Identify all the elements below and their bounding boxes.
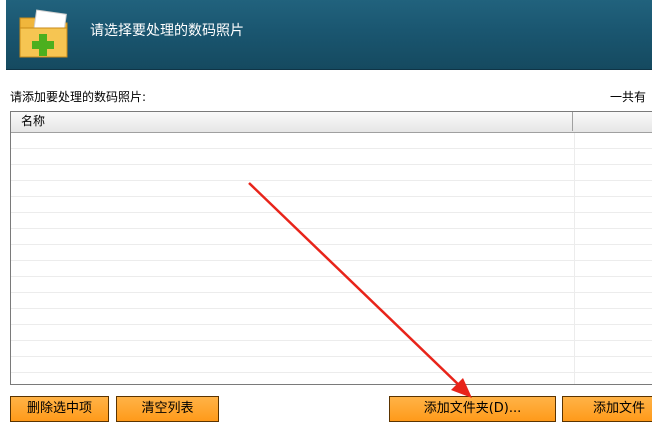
list-row: [11, 181, 652, 197]
list-row: [11, 373, 652, 384]
photo-list[interactable]: 名称: [10, 111, 652, 385]
list-row: [11, 165, 652, 181]
list-row: [11, 213, 652, 229]
list-row: [11, 341, 652, 357]
list-rows: [11, 133, 652, 384]
header-banner: 请选择要处理的数码照片: [6, 0, 652, 70]
list-row: [11, 325, 652, 341]
add-folder-button[interactable]: 添加文件夹(D)...: [389, 396, 556, 422]
list-row: [11, 197, 652, 213]
add-file-button[interactable]: 添加文件: [562, 396, 652, 422]
add-photos-prompt: 请添加要处理的数码照片:: [10, 90, 147, 104]
clear-list-button[interactable]: 清空列表: [116, 396, 219, 422]
list-row: [11, 229, 652, 245]
list-row: [11, 277, 652, 293]
list-row: [11, 133, 652, 149]
header-title: 请选择要处理的数码照片: [90, 23, 244, 39]
delete-selected-button[interactable]: 删除选中项: [10, 396, 109, 422]
list-row: [11, 245, 652, 261]
list-header: 名称: [11, 112, 652, 133]
list-row: [11, 261, 652, 277]
list-row: [11, 357, 652, 373]
total-count-label: 一共有: [610, 90, 647, 104]
list-row: [11, 149, 652, 165]
column-header-name[interactable]: 名称: [11, 112, 573, 131]
folder-add-icon: [19, 9, 68, 58]
column-header-2[interactable]: [574, 112, 652, 131]
list-row: [11, 293, 652, 309]
list-row: [11, 309, 652, 325]
